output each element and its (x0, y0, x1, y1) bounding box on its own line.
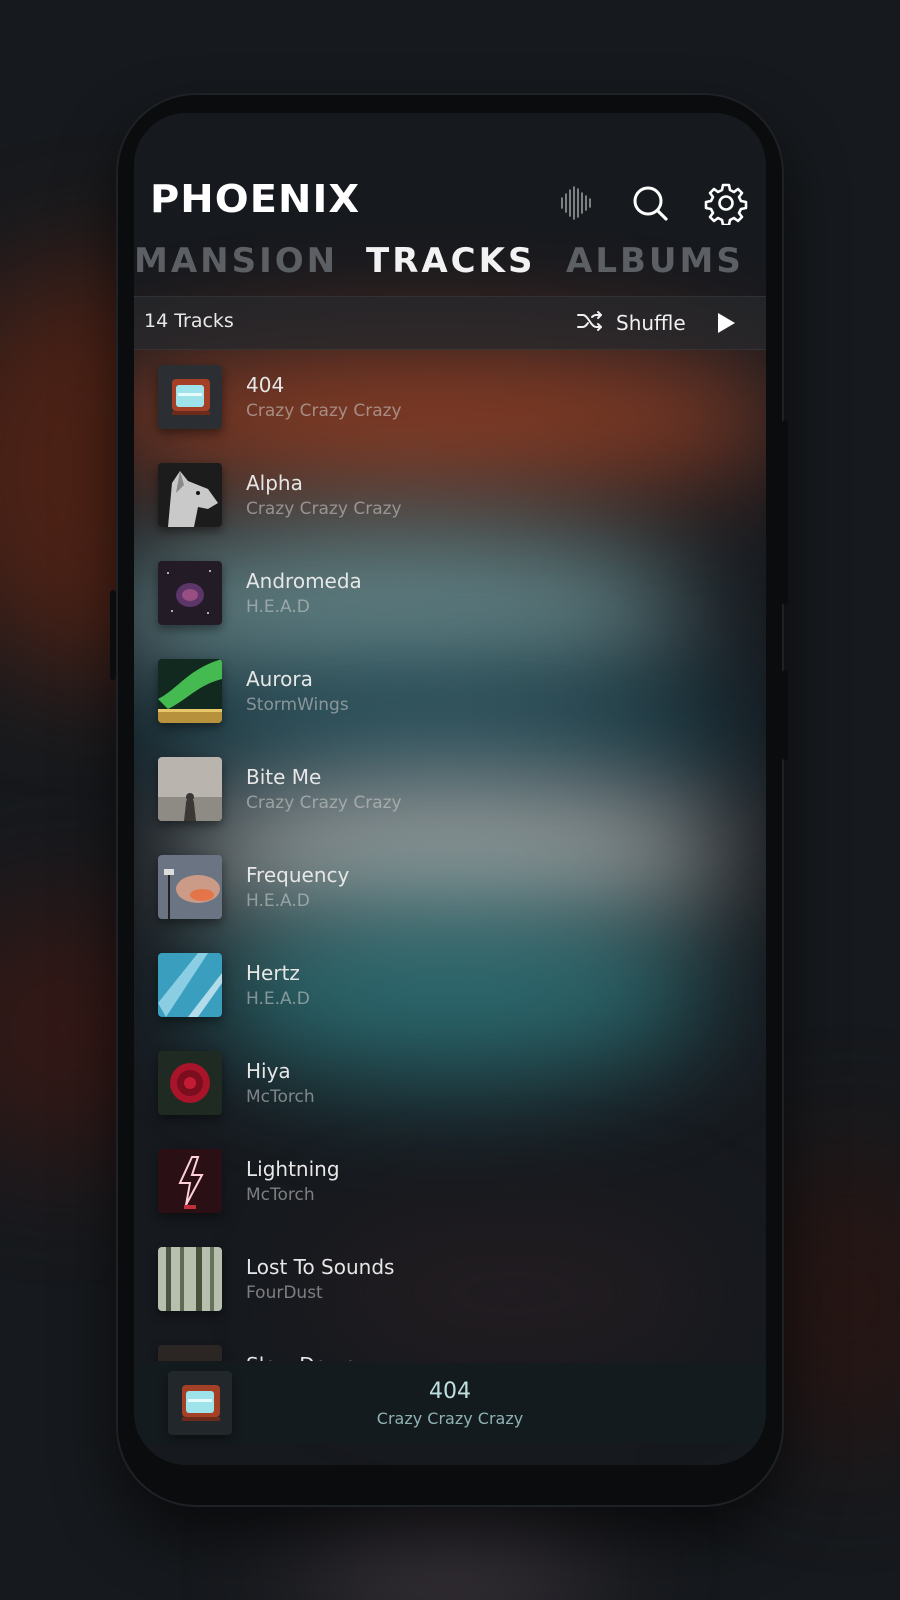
track-artist: H.E.A.D (246, 989, 310, 1009)
tab-tracks[interactable]: TRACKS (366, 241, 535, 281)
track-row[interactable]: Alpha Crazy Crazy Crazy (134, 447, 766, 545)
phone-frame: PHOENIX MANSION TRACKS ALBUMS 14 Tracks … (110, 95, 788, 1505)
play-all-button[interactable] (712, 310, 738, 336)
forest-art (158, 1247, 222, 1311)
track-artist: Crazy Crazy Crazy (246, 793, 402, 813)
volume-button (110, 590, 116, 680)
fog-art (158, 757, 222, 821)
track-artist: StormWings (246, 695, 349, 715)
nebula-art (158, 561, 222, 625)
aurora-art (158, 659, 222, 723)
now-playing-artist: Crazy Crazy Crazy (376, 1409, 524, 1428)
track-row[interactable]: 404 Crazy Crazy Crazy (134, 349, 766, 447)
play-icon (718, 313, 735, 333)
tab-mansion[interactable]: MANSION (134, 241, 338, 281)
tv-art (158, 365, 222, 429)
track-row[interactable]: Slow Down (134, 1329, 766, 1361)
ice-art (158, 953, 222, 1017)
power-button (782, 420, 788, 605)
track-row[interactable]: Hertz H.E.A.D (134, 937, 766, 1035)
wolf-art (158, 463, 222, 527)
search-icon[interactable] (628, 181, 672, 225)
now-playing-bar[interactable]: 404 Crazy Crazy Crazy (134, 1363, 766, 1443)
side-button (782, 670, 788, 760)
track-row[interactable]: Bite Me Crazy Crazy Crazy (134, 741, 766, 839)
track-title: Lightning (246, 1157, 340, 1181)
track-row[interactable]: Andromeda H.E.A.D (134, 545, 766, 643)
shuffle-icon (576, 309, 604, 337)
track-artist: McTorch (246, 1087, 315, 1107)
track-artist: Crazy Crazy Crazy (246, 401, 402, 421)
track-title: Alpha (246, 471, 303, 495)
road-art (158, 1345, 222, 1361)
track-row[interactable]: Frequency H.E.A.D (134, 839, 766, 937)
tab-albums[interactable]: ALBUMS (566, 241, 744, 281)
track-artist: Crazy Crazy Crazy (246, 499, 402, 519)
rose-art (158, 1051, 222, 1115)
shuffle-button[interactable]: Shuffle (576, 307, 686, 339)
track-title: Frequency (246, 863, 350, 887)
track-artist: McTorch (246, 1185, 315, 1205)
track-artist: FourDust (246, 1283, 323, 1303)
track-artist: H.E.A.D (246, 597, 310, 617)
now-playing-title: 404 (429, 1379, 471, 1404)
track-title: Aurora (246, 667, 313, 691)
track-row[interactable]: Lost To Sounds FourDust (134, 1231, 766, 1329)
track-list: 404 Crazy Crazy Crazy Alpha Crazy Crazy … (134, 349, 766, 1361)
shuffle-label: Shuffle (616, 311, 686, 335)
track-row[interactable]: Hiya McTorch (134, 1035, 766, 1133)
track-title: Hertz (246, 961, 300, 985)
app-screen: PHOENIX MANSION TRACKS ALBUMS 14 Tracks … (134, 113, 766, 1465)
track-title: Lost To Sounds (246, 1255, 395, 1279)
track-count: 14 Tracks (144, 310, 234, 332)
tracks-toolbar: 14 Tracks Shuffle (134, 296, 766, 350)
storm-art (158, 855, 222, 919)
neon-bolt-art (158, 1149, 222, 1213)
track-row[interactable]: Aurora StormWings (134, 643, 766, 741)
track-title: 404 (246, 373, 285, 397)
track-title: Bite Me (246, 765, 322, 789)
track-title: Hiya (246, 1059, 291, 1083)
track-title: Andromeda (246, 569, 362, 593)
app-logo: PHOENIX (150, 177, 361, 221)
settings-icon[interactable] (704, 181, 748, 227)
track-row[interactable]: Lightning McTorch (134, 1133, 766, 1231)
track-artist: H.E.A.D (246, 891, 310, 911)
track-title: Slow Down (246, 1353, 356, 1361)
equalizer-icon[interactable] (554, 181, 598, 225)
